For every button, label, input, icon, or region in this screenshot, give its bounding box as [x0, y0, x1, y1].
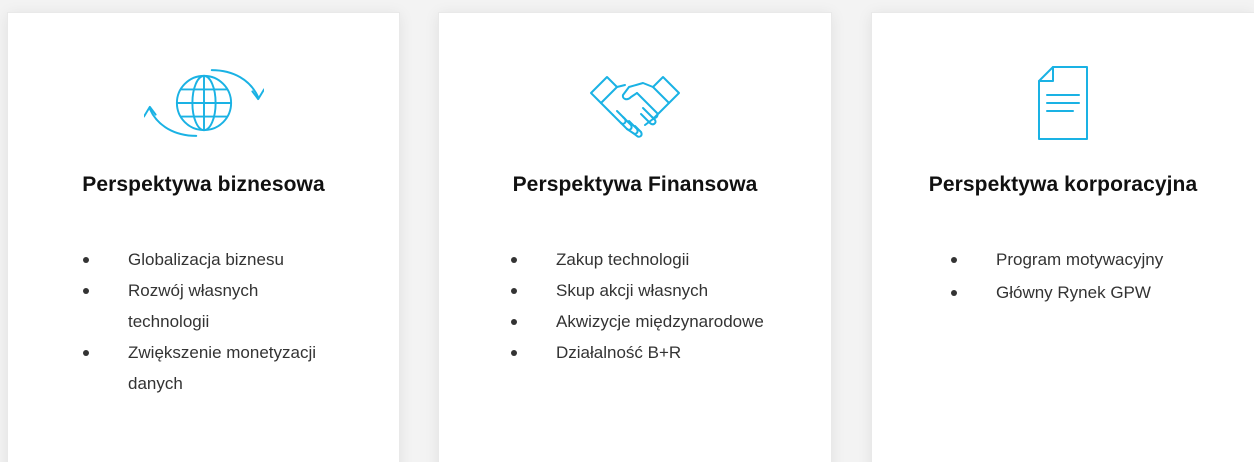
card-title: Perspektywa Finansowa: [512, 173, 758, 196]
list-item: Zwiększenie monetyzacji danych: [83, 337, 333, 399]
list-item: Globalizacja biznesu: [83, 244, 333, 275]
card-financial-perspective: Perspektywa Finansowa Zakup technologii …: [438, 12, 832, 462]
globe-refresh-icon: [143, 63, 264, 143]
perspectives-section: Perspektywa biznesowa Globalizacja bizne…: [0, 0, 1254, 462]
bullet-list: Program motywacyjny Główny Rynek GPW: [951, 244, 1251, 310]
list-item: Działalność B+R: [511, 337, 811, 368]
bullet-list: Globalizacja biznesu Rozwój własnych tec…: [83, 244, 333, 399]
handshake-icon: [575, 63, 695, 143]
list-item: Akwizycje międzynarodowe: [511, 306, 811, 337]
list-item: Rozwój własnych technologii: [83, 275, 333, 337]
card-title: Perspektywa biznesowa: [82, 173, 325, 196]
card-title: Perspektywa korporacyjna: [928, 173, 1198, 196]
document-icon: [1003, 63, 1123, 143]
card-business-perspective: Perspektywa biznesowa Globalizacja bizne…: [7, 12, 400, 462]
card-corporate-perspective: Perspektywa korporacyjna Program motywac…: [871, 12, 1254, 462]
list-item: Zakup technologii: [511, 244, 811, 275]
bullet-list: Zakup technologii Skup akcji własnych Ak…: [511, 244, 811, 368]
list-item: Skup akcji własnych: [511, 275, 811, 306]
list-item: Główny Rynek GPW: [951, 277, 1251, 308]
list-item: Program motywacyjny: [951, 244, 1251, 275]
